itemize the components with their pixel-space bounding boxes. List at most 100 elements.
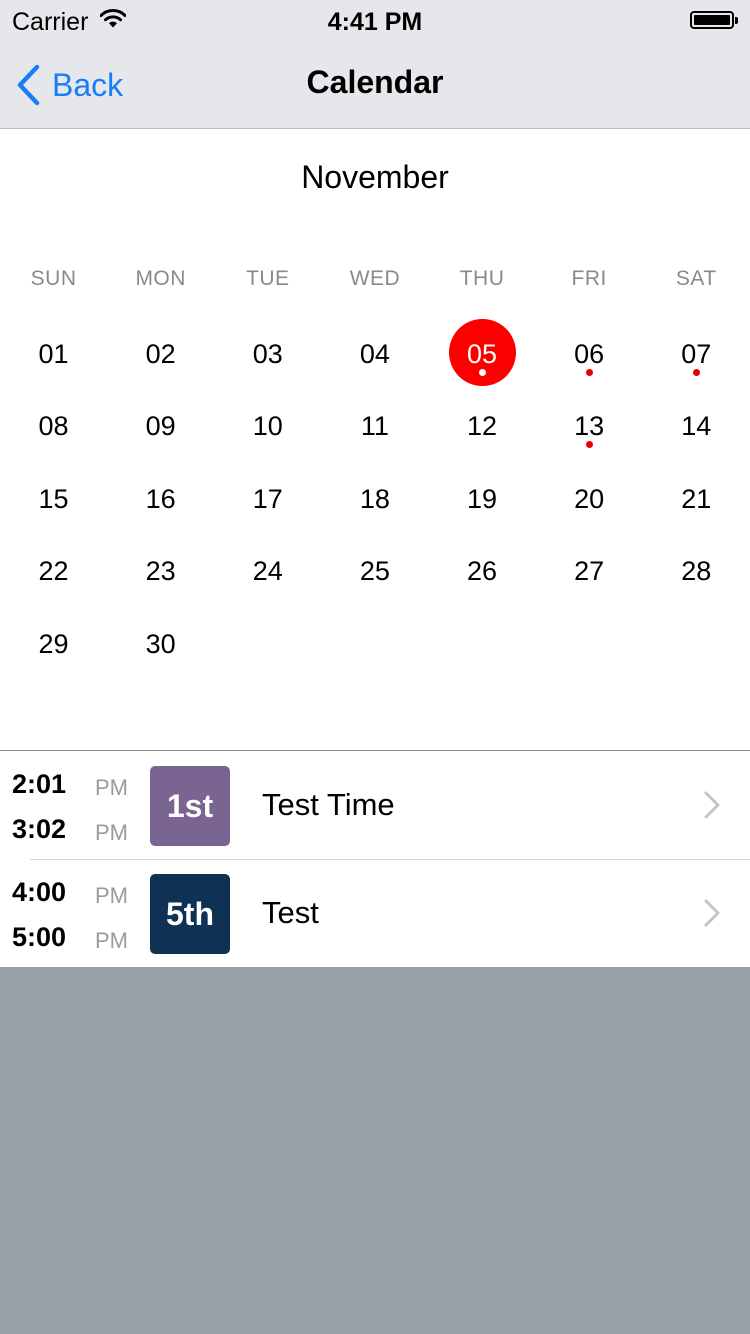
calendar-day[interactable]: 13 xyxy=(536,389,643,461)
period-badge: 1st xyxy=(150,766,230,846)
day-number: 24 xyxy=(252,556,283,587)
event-times: 4:00 PM 5:00 PM xyxy=(12,873,132,963)
end-time: 5:00 xyxy=(12,922,67,952)
day-number: 15 xyxy=(38,483,69,514)
calendar-day[interactable]: 18 xyxy=(321,462,428,534)
calendar-day[interactable]: 25 xyxy=(321,534,428,606)
chevron-right-icon xyxy=(704,899,720,932)
weekday-label: MON xyxy=(135,267,186,290)
event-title: Test Time xyxy=(262,787,395,822)
calendar-day[interactable]: 30 xyxy=(107,607,214,679)
event-title: Test xyxy=(262,895,319,930)
day-grid: 01 02 03 04 05 06 07 08 09 10 11 12 13 14 15 16 17 18 19 20… xyxy=(0,317,750,679)
calendar-day[interactable]: 08 xyxy=(0,389,107,461)
calendar-day[interactable]: 09 xyxy=(107,389,214,461)
calendar-day[interactable]: 02 xyxy=(107,317,214,389)
day-number: 19 xyxy=(467,483,498,514)
event-indicator-dot xyxy=(585,369,593,376)
day-number: 02 xyxy=(145,339,176,369)
period-badge: 5th xyxy=(150,874,230,954)
day-number: 20 xyxy=(574,483,605,514)
end-ampm: PM xyxy=(95,928,128,953)
calendar-day[interactable]: 17 xyxy=(214,462,321,534)
calendar-day[interactable]: 24 xyxy=(214,534,321,606)
calendar-day[interactable]: 12 xyxy=(429,389,536,461)
calendar-day[interactable]: 23 xyxy=(107,534,214,606)
day-number: 10 xyxy=(252,411,283,442)
event-end: 5:00 PM xyxy=(12,918,132,963)
weekday-label: TUE xyxy=(246,267,290,290)
day-number: 28 xyxy=(681,556,712,587)
event-end: 3:02 PM xyxy=(12,810,132,855)
calendar-day[interactable]: 28 xyxy=(643,534,750,606)
calendar-day[interactable]: 04 xyxy=(321,317,428,389)
calendar-day[interactable]: 26 xyxy=(429,534,536,606)
day-number: 05 xyxy=(467,339,498,369)
day-number: 12 xyxy=(467,411,498,442)
calendar-day[interactable]: 21 xyxy=(643,462,750,534)
day-number: 17 xyxy=(252,483,283,514)
day-number: 21 xyxy=(681,483,712,514)
day-number: 01 xyxy=(38,339,69,369)
day-number: 23 xyxy=(145,556,176,587)
day-number: 08 xyxy=(38,411,69,442)
event-indicator-dot xyxy=(585,441,593,449)
day-number: 07 xyxy=(681,339,712,369)
navigation-bar: Carrier 4:41 PM Back Calendar xyxy=(0,0,750,129)
event-times: 2:01 PM 3:02 PM xyxy=(12,765,132,855)
event-row[interactable]: 4:00 PM 5:00 PM 5th Test xyxy=(0,859,750,967)
calendar-day[interactable]: 20 xyxy=(536,462,643,534)
month-title: November xyxy=(301,159,449,195)
calendar-day[interactable]: 10 xyxy=(214,389,321,461)
end-time: 3:02 xyxy=(12,814,67,844)
calendar-day[interactable]: 11 xyxy=(321,389,428,461)
calendar-day[interactable]: 03 xyxy=(214,317,321,389)
weekday-label: SUN xyxy=(30,267,77,290)
calendar-day[interactable]: 15 xyxy=(0,462,107,534)
day-number: 30 xyxy=(145,628,176,659)
event-row[interactable]: 2:01 PM 3:02 PM 1st Test Time xyxy=(0,751,750,859)
event-indicator-dot xyxy=(478,369,486,376)
day-number: 03 xyxy=(252,339,283,369)
status-time: 4:41 PM xyxy=(327,8,423,36)
day-number: 06 xyxy=(574,339,605,369)
day-number: 18 xyxy=(359,483,390,514)
day-number: 26 xyxy=(467,556,498,587)
status-bar: Carrier 4:41 PM xyxy=(0,0,750,40)
calendar-day[interactable]: 22 xyxy=(0,534,107,606)
calendar-day[interactable]: 07 xyxy=(643,317,750,389)
event-indicator-dot xyxy=(692,369,700,376)
weekday-label: SAT xyxy=(675,267,717,290)
start-time: 4:00 xyxy=(12,877,67,907)
weekday-label: WED xyxy=(349,267,401,290)
chevron-right-icon xyxy=(704,791,720,824)
calendar-day[interactable]: 19 xyxy=(429,462,536,534)
calendar-day[interactable]: 06 xyxy=(536,317,643,389)
calendar-day-selected[interactable]: 05 xyxy=(429,317,536,389)
start-time: 2:01 xyxy=(12,769,67,799)
calendar-day[interactable]: 01 xyxy=(0,317,107,389)
calendar-day[interactable]: 14 xyxy=(643,389,750,461)
day-number: 04 xyxy=(359,339,390,369)
event-start: 4:00 PM xyxy=(12,873,132,918)
start-ampm: PM xyxy=(95,883,128,908)
day-number: 27 xyxy=(574,556,605,587)
calendar-day[interactable]: 29 xyxy=(0,607,107,679)
end-ampm: PM xyxy=(95,820,128,845)
calendar-day[interactable]: 27 xyxy=(536,534,643,606)
day-number: 09 xyxy=(145,411,176,442)
day-number: 29 xyxy=(38,628,69,659)
day-number: 16 xyxy=(145,483,176,514)
weekday-label: FRI xyxy=(571,267,607,290)
battery-icon xyxy=(690,11,738,29)
event-list: 2:01 PM 3:02 PM 1st Test Time 4:00 PM 5:00 PM 5th T… xyxy=(0,751,750,967)
page-title: Calendar xyxy=(306,64,444,100)
day-number: 22 xyxy=(38,556,69,587)
day-number: 13 xyxy=(574,411,605,442)
day-number: 25 xyxy=(359,556,390,587)
calendar-day[interactable]: 16 xyxy=(107,462,214,534)
weekday-header: SUN MON TUE WED THU FRI SAT xyxy=(0,267,750,291)
day-number: 14 xyxy=(681,411,712,442)
start-ampm: PM xyxy=(95,775,128,800)
month-calendar: November SUN MON TUE WED THU FRI SAT 01 02 03 04 0… xyxy=(0,129,750,751)
